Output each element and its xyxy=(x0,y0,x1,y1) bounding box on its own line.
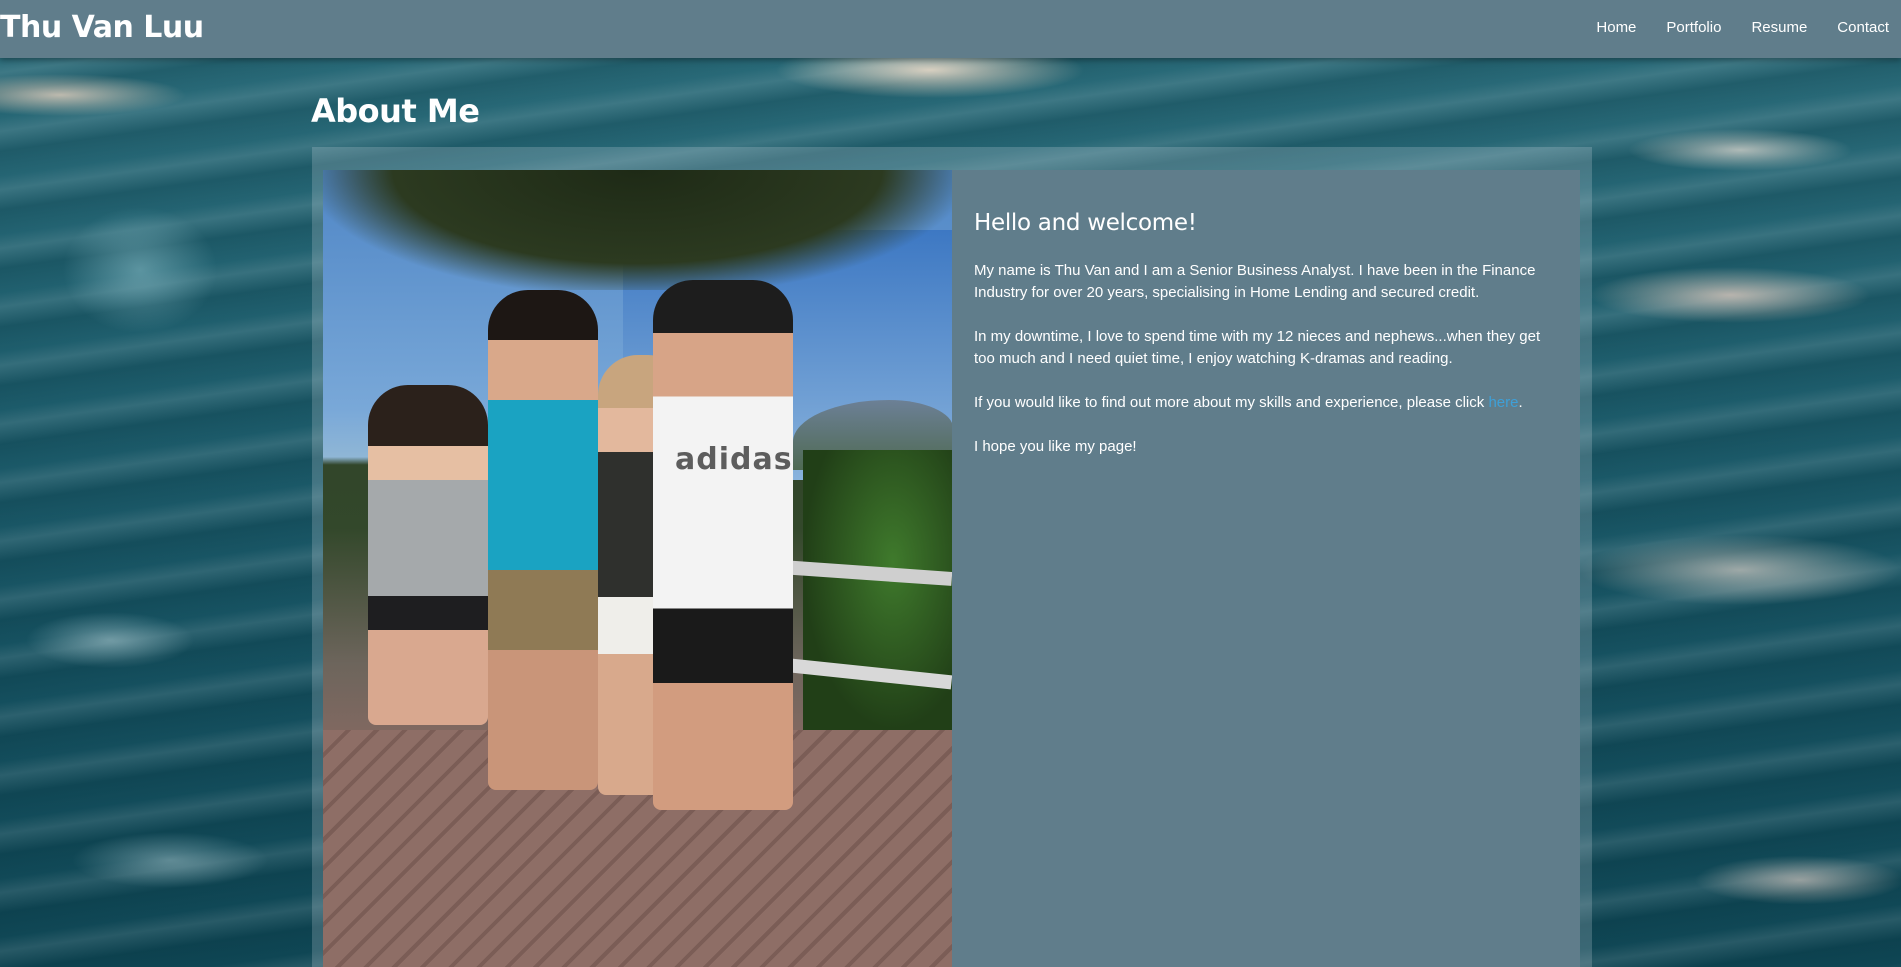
nav-portfolio-link[interactable]: Portfolio xyxy=(1666,19,1721,36)
photo-person xyxy=(368,385,488,725)
photo-tree xyxy=(323,170,952,290)
about-text-panel: Hello and welcome! My name is Thu Van an… xyxy=(952,170,1580,967)
downtime-paragraph: In my downtime, I love to spend time wit… xyxy=(974,328,1541,367)
intro-paragraph: My name is Thu Van and I am a Senior Bus… xyxy=(974,262,1536,301)
about-card: adidas Hello and welcome! My name is Thu… xyxy=(323,170,1580,967)
navbar: Thu Van Luu Home Portfolio Resume Contac… xyxy=(0,0,1901,58)
nav-links: Home Portfolio Resume Contact xyxy=(1566,19,1889,36)
welcome-heading: Hello and welcome! xyxy=(974,210,1197,236)
shirt-logo-text: adidas xyxy=(675,442,793,477)
nav-contact-link[interactable]: Contact xyxy=(1837,19,1889,36)
photo-person xyxy=(488,290,598,790)
closing-paragraph: I hope you like my page! xyxy=(974,438,1137,455)
site-title[interactable]: Thu Van Luu xyxy=(0,10,204,45)
family-photo: adidas xyxy=(323,170,952,967)
more-info-text: If you would like to find out more about… xyxy=(974,394,1489,411)
photo-shrub xyxy=(803,450,952,730)
resume-here-link[interactable]: here xyxy=(1488,394,1518,411)
nav-home-link[interactable]: Home xyxy=(1596,19,1636,36)
photo-person xyxy=(653,280,793,810)
more-info-paragraph: If you would like to find out more about… xyxy=(974,392,1562,414)
page-title: About Me xyxy=(311,92,480,130)
more-info-period: . xyxy=(1518,394,1523,411)
nav-resume-link[interactable]: Resume xyxy=(1751,19,1807,36)
